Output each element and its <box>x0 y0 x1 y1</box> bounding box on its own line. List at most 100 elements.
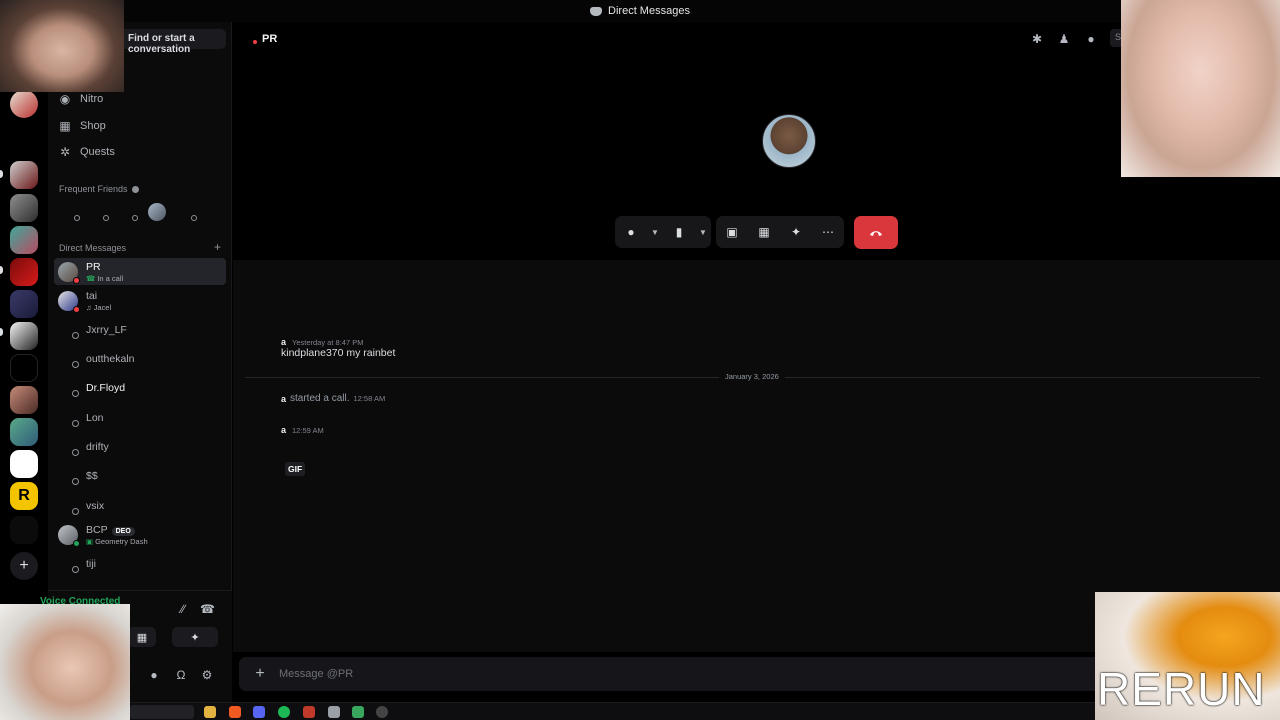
message-input[interactable] <box>279 665 1099 683</box>
screen-share-button[interactable]: ▣ <box>716 216 748 248</box>
dm-name: PR <box>86 260 101 273</box>
nav-shop[interactable]: ▦ Shop <box>58 114 226 138</box>
frequent-friend-avatar[interactable] <box>148 203 166 221</box>
pin-icon[interactable]: ✱ <box>1030 32 1044 46</box>
dm-item-tai[interactable]: tai ♫ Jacel <box>54 287 226 314</box>
dm-name: outthekaln <box>86 352 135 365</box>
camera-toggle[interactable]: ▮ <box>663 216 695 248</box>
server-icon-4[interactable] <box>10 226 38 254</box>
message-author[interactable]: a <box>281 337 286 347</box>
add-attachment-icon[interactable]: + <box>249 663 271 685</box>
mic-toggle[interactable]: ● <box>615 216 647 248</box>
friend-status-dot[interactable] <box>74 215 80 221</box>
webcam-overlay-bottom-left <box>0 604 130 720</box>
dm-item[interactable]: outthekaln <box>54 345 226 372</box>
discord-app-icon[interactable] <box>253 706 265 718</box>
friend-status-dot[interactable] <box>191 215 197 221</box>
dm-subtext: ▣ Geometry Dash <box>86 537 148 546</box>
avatar <box>58 524 80 547</box>
offline-status-icon <box>58 320 79 340</box>
info-icon[interactable] <box>131 185 139 193</box>
activities-button[interactable]: ▦ <box>128 627 156 647</box>
dm-item[interactable]: Jxrry_LF <box>54 316 226 343</box>
server-icon-9[interactable] <box>10 386 38 414</box>
rockstar-server-icon[interactable]: R <box>10 482 38 510</box>
message-timestamp: Yesterday at 8:47 PM <box>292 337 364 347</box>
more-icon: ⋯ <box>822 225 834 239</box>
server-icon-8[interactable] <box>10 354 38 382</box>
camera-options[interactable]: ▼ <box>695 216 711 248</box>
news-app-icon[interactable] <box>303 706 315 718</box>
brave-browser-icon[interactable] <box>229 706 241 718</box>
add-server-icon[interactable]: + <box>10 552 38 580</box>
message-timestamp: 12:59 AM <box>292 425 324 435</box>
message-author[interactable]: a <box>281 425 286 435</box>
add-friend-icon[interactable]: ♟ <box>1057 32 1071 46</box>
spotify-icon[interactable] <box>278 706 290 718</box>
soundboard-button[interactable]: ✦ <box>172 627 218 647</box>
dm-subtext-label: Geometry Dash <box>95 536 148 546</box>
online-status-icon <box>73 539 80 547</box>
date-divider-label: January 3, 2026 <box>719 372 785 381</box>
system-message-text: started a call. <box>290 393 350 404</box>
gif-attachment[interactable]: GIF <box>285 462 306 476</box>
chevron-down-icon: ▼ <box>651 227 659 237</box>
dm-item-pr[interactable]: PR ☎ In a call <box>54 258 226 285</box>
dm-name: BCP DEO <box>86 524 148 536</box>
server-icon-7[interactable] <box>10 322 38 350</box>
mic-options[interactable]: ▼ <box>647 216 663 248</box>
disconnect-icon[interactable]: ☎ <box>200 602 215 616</box>
offline-status-icon <box>58 466 79 486</box>
direct-messages-label: Direct Messages <box>59 243 127 253</box>
user-profile-icon[interactable]: ● <box>1084 32 1098 46</box>
server-icon-10[interactable] <box>10 418 38 446</box>
obs-icon[interactable] <box>376 706 388 718</box>
noise-suppression-icon[interactable]: ∕∕ <box>176 602 190 616</box>
dm-item[interactable]: Dr.Floyd <box>54 374 226 401</box>
dm-subtext: ☎ In a call <box>86 274 123 283</box>
dm-name: vsix <box>86 499 105 512</box>
dm-item[interactable]: vsix <box>54 492 226 519</box>
server-icon-1[interactable] <box>10 90 38 118</box>
dm-name: tiji <box>86 557 96 570</box>
taskbar-search[interactable] <box>130 705 194 719</box>
dm-item[interactable]: tiji <box>54 550 226 577</box>
server-folder-icon[interactable] <box>10 516 38 544</box>
participant-avatar[interactable] <box>762 114 816 168</box>
webcam-overlay-top-right <box>1121 0 1280 177</box>
message-author[interactable]: a <box>281 394 286 404</box>
settings-gear-icon[interactable]: ⚙ <box>200 668 214 682</box>
server-icon-2[interactable] <box>10 161 38 189</box>
dnd-status-icon <box>253 40 257 44</box>
notepad-icon[interactable] <box>328 706 340 718</box>
create-dm-icon[interactable]: + <box>214 240 221 254</box>
friend-status-dot[interactable] <box>103 215 109 221</box>
activities-button[interactable]: ▦ <box>748 216 780 248</box>
soundboard-button[interactable]: ✦ <box>780 216 812 248</box>
server-icon-11[interactable] <box>10 450 38 478</box>
hang-up-button[interactable] <box>854 216 898 249</box>
dm-item[interactable]: $$ <box>54 462 226 489</box>
spreadsheet-icon[interactable] <box>352 706 364 718</box>
dnd-status-icon <box>73 276 80 284</box>
dm-item[interactable]: drifty <box>54 433 226 460</box>
dm-item-bcp[interactable]: BCP DEO ▣ Geometry Dash <box>54 521 226 548</box>
webcam-overlay-top-left <box>0 0 124 92</box>
server-icon-3[interactable] <box>10 194 38 222</box>
dm-name: Lon <box>86 411 104 424</box>
file-explorer-icon[interactable] <box>204 706 216 718</box>
more-options-button[interactable]: ⋯ <box>812 216 844 248</box>
dm-name: $$ <box>86 469 98 482</box>
direct-messages-header: Direct Messages <box>59 243 126 253</box>
system-message: a started a call. 12:58 AM <box>281 393 385 404</box>
server-icon-6[interactable] <box>10 290 38 318</box>
gamepad-icon: ▣ <box>86 536 94 546</box>
dm-item[interactable]: Lon <box>54 404 226 431</box>
headphones-icon[interactable]: Ω <box>174 668 188 682</box>
nav-quests[interactable]: ✲ Quests <box>58 140 226 164</box>
dm-name: tai <box>86 289 98 302</box>
mic-icon[interactable]: ● <box>147 668 161 682</box>
soundboard-icon: ✦ <box>190 631 200 644</box>
friend-status-dot[interactable] <box>132 215 138 221</box>
server-icon-5[interactable] <box>10 258 38 286</box>
